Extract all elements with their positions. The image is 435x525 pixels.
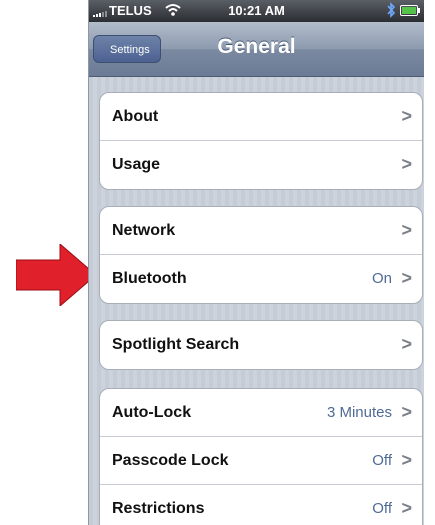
settings-row-usage[interactable]: Usage > xyxy=(100,141,422,189)
phone-screen: TELUS 10:21 AM Settings General About > … xyxy=(88,0,424,525)
settings-group-info: About > Usage > xyxy=(99,92,423,190)
auto-lock-value: 3 Minutes xyxy=(326,404,392,421)
settings-group-connectivity: Network > Bluetooth On > xyxy=(99,206,423,304)
settings-row-spotlight-search[interactable]: Spotlight Search > xyxy=(100,321,422,369)
annotation-arrow-icon xyxy=(16,244,96,306)
navigation-bar: Settings General xyxy=(89,22,424,77)
row-label: Network xyxy=(112,222,176,239)
settings-row-about[interactable]: About > xyxy=(100,93,422,141)
settings-group-search: Spotlight Search > xyxy=(99,320,423,370)
settings-row-restrictions[interactable]: Restrictions Off > xyxy=(100,485,422,525)
row-label: About xyxy=(112,108,159,125)
passcode-lock-value: Off xyxy=(372,452,392,469)
chevron-right-icon: > xyxy=(401,402,412,422)
page-title: General xyxy=(217,35,296,58)
settings-row-network[interactable]: Network > xyxy=(100,207,422,255)
battery-icon xyxy=(400,5,420,16)
settings-group-security: Auto-Lock 3 Minutes > Passcode Lock Off … xyxy=(99,388,423,525)
chevron-right-icon: > xyxy=(401,450,412,470)
settings-row-auto-lock[interactable]: Auto-Lock 3 Minutes > xyxy=(100,389,422,437)
row-label: Spotlight Search xyxy=(112,336,240,353)
chevron-right-icon: > xyxy=(401,268,412,288)
row-label: Auto-Lock xyxy=(112,404,192,421)
settings-row-bluetooth[interactable]: Bluetooth On > xyxy=(100,255,422,303)
chevron-right-icon: > xyxy=(401,106,412,126)
chevron-right-icon: > xyxy=(401,220,412,240)
page: TELUS 10:21 AM Settings General About > … xyxy=(0,0,435,525)
bluetooth-icon xyxy=(387,2,396,18)
bluetooth-status-value: On xyxy=(371,270,392,287)
chevron-right-icon: > xyxy=(401,334,412,354)
status-time: 10:21 AM xyxy=(228,3,285,18)
settings-row-passcode-lock[interactable]: Passcode Lock Off > xyxy=(100,437,422,485)
restrictions-value: Off xyxy=(372,500,392,517)
chevron-right-icon: > xyxy=(401,498,412,518)
row-label: Passcode Lock xyxy=(112,452,229,469)
row-label: Usage xyxy=(112,156,161,173)
row-label: Restrictions xyxy=(112,500,205,517)
chevron-right-icon: > xyxy=(401,154,412,174)
status-bar: TELUS 10:21 AM xyxy=(89,0,424,22)
row-label: Bluetooth xyxy=(112,270,187,287)
